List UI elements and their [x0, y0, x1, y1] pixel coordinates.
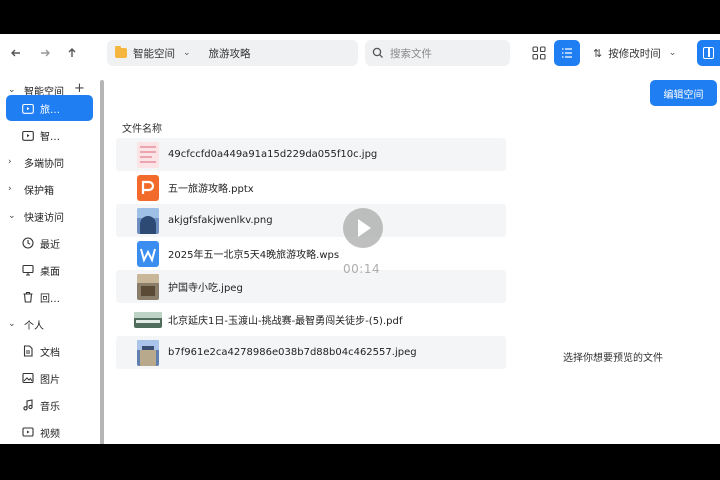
file-name: 五一旅游攻略.pptx	[168, 184, 254, 195]
search-placeholder: 搜索文件	[390, 47, 432, 60]
sidebar-group-personal[interactable]: ⌄ 个人	[0, 312, 100, 336]
breadcrumb-item-folder[interactable]: 旅游攻略	[209, 46, 251, 61]
grid-icon	[532, 46, 546, 60]
file-name: b7f961e2ca4278986e038b7d88b04c462557.jpe…	[168, 347, 417, 358]
sidebar-item-label: 文档	[40, 347, 60, 359]
sidebar-item-label: 图片	[40, 374, 60, 386]
monitor-icon	[22, 264, 34, 276]
video-letterbox-top	[0, 0, 720, 34]
chevron-down-icon[interactable]: ⌄	[8, 319, 20, 329]
file-name: 2025年五一北京5天4晚旅游攻略.wps	[168, 250, 340, 261]
file-name: akjgfsfakjwenlkv.png	[168, 215, 273, 226]
sidebar-scrollbar[interactable]	[100, 80, 104, 444]
file-row[interactable]: 2025年五一北京5天4晚旅游攻略.wps	[116, 237, 506, 270]
chevron-down-icon[interactable]: ⌄	[8, 85, 20, 95]
sidebar-item-documents[interactable]: 文档	[0, 339, 100, 363]
image-icon	[22, 372, 34, 384]
sidebar-item-desktop[interactable]: 桌面	[0, 258, 100, 282]
chevron-down-icon[interactable]: ⌄	[183, 48, 191, 58]
chevron-down-icon: ⌄	[668, 48, 677, 58]
sidebar-panel-icon	[703, 47, 714, 59]
sidebar-item-videos[interactable]: 视频	[0, 420, 100, 444]
sidebar-item-label: 回…	[40, 293, 60, 305]
file-row[interactable]: 49cfccfd0a449a91a15d229da055f10c.jpg	[116, 138, 506, 171]
video-letterbox-bottom	[0, 444, 720, 480]
sidebar-item-label: 视频	[40, 428, 60, 440]
add-space-button[interactable]: +	[74, 81, 85, 96]
file-row[interactable]: 北京延庆1日-玉渡山-挑战赛-最智勇闯关徒步-(5).pdf	[116, 303, 506, 336]
list-icon	[562, 48, 572, 58]
chevron-right-icon[interactable]: ›	[8, 184, 20, 194]
file-name: 49cfccfd0a449a91a15d229da055f10c.jpg	[168, 149, 378, 160]
sidebar-group-safe-box[interactable]: › 保护箱	[0, 177, 100, 201]
sidebar-group-quick-access[interactable]: ⌄ 快速访问	[0, 204, 100, 228]
preview-hint: 选择你想要预览的文件	[563, 353, 663, 364]
sidebar-item-recent[interactable]: 最近	[0, 231, 100, 255]
sidebar-item-label: 保护箱	[24, 185, 54, 197]
chevron-right-icon[interactable]: ›	[8, 157, 20, 167]
file-name: 护国寺小吃.jpeg	[168, 283, 243, 294]
up-button[interactable]	[63, 44, 81, 62]
search-icon	[372, 47, 383, 58]
sidebar-item-label: 多端协同	[24, 158, 64, 170]
sidebar-item-label: 最近	[40, 239, 60, 251]
column-header-name[interactable]: 文件名称	[122, 120, 162, 135]
sidebar-item-smart[interactable]: 智…	[0, 123, 100, 147]
sidebar-item-label: 旅…	[40, 104, 60, 116]
pdf-thumbnail	[134, 311, 162, 328]
file-row[interactable]: 五一旅游攻略.pptx	[116, 171, 506, 204]
edit-space-button[interactable]: 编辑空间	[650, 80, 717, 106]
toolbar: 智能空间 ⌄ 旅游攻略 搜索文件 ⇅ 按修改时间 ⌄	[0, 34, 720, 72]
list-view-button[interactable]	[554, 40, 580, 66]
document-icon	[22, 345, 34, 357]
sidebar-item-travel[interactable]: 旅…	[6, 95, 93, 121]
file-list: 文件名称 49cfccfd0a449a91a15d229da055f10c.jp…	[110, 78, 506, 444]
sidebar-item-music[interactable]: 音乐	[0, 393, 100, 417]
folder-play-icon	[22, 129, 34, 141]
sidebar-item-label: 智…	[40, 131, 60, 143]
wps-file-icon	[137, 240, 159, 267]
folder-icon	[115, 46, 127, 58]
video-timecode: 00:14	[343, 262, 381, 276]
chevron-down-icon[interactable]: ⌄	[8, 211, 20, 221]
preview-panel: 编辑空间 选择你想要预览的文件	[506, 72, 720, 444]
image-thumbnail	[137, 339, 159, 366]
folder-play-icon	[22, 102, 34, 114]
image-thumbnail	[137, 141, 159, 168]
arrow-right-icon	[41, 49, 50, 57]
file-manager-window: 智能空间 ⌄ 旅游攻略 搜索文件 ⇅ 按修改时间 ⌄ ⌄ 智能空间 + 旅… 智…	[0, 34, 720, 444]
sort-label: 按修改时间	[608, 47, 661, 60]
sidebar-item-label: 快速访问	[24, 212, 64, 224]
sidebar-item-label: 个人	[24, 320, 44, 332]
sort-dropdown[interactable]: ⇅ 按修改时间 ⌄	[593, 44, 676, 62]
breadcrumb[interactable]: 智能空间 ⌄ 旅游攻略	[107, 40, 358, 66]
sidebar-group-multi-device[interactable]: › 多端协同	[0, 150, 100, 174]
breadcrumb-item-space[interactable]: 智能空间	[133, 46, 175, 61]
preview-panel-toggle[interactable]	[697, 40, 720, 66]
clock-icon	[22, 237, 34, 249]
arrow-up-icon	[68, 48, 76, 57]
video-icon	[22, 426, 34, 438]
file-row[interactable]: 护国寺小吃.jpeg	[116, 270, 506, 303]
play-icon[interactable]	[343, 208, 383, 248]
file-row[interactable]: b7f961e2ca4278986e038b7d88b04c462557.jpe…	[116, 336, 506, 369]
image-thumbnail	[137, 273, 159, 300]
file-row[interactable]: akjgfsfakjwenlkv.png	[116, 204, 506, 237]
sidebar-item-pictures[interactable]: 图片	[0, 366, 100, 390]
pptx-file-icon	[137, 174, 159, 201]
forward-button[interactable]	[36, 44, 54, 62]
search-input[interactable]: 搜索文件	[365, 40, 510, 66]
grid-view-button[interactable]	[530, 44, 548, 62]
sort-icon: ⇅	[593, 46, 603, 60]
sidebar-item-recycle[interactable]: 回…	[0, 285, 100, 309]
arrow-left-icon	[11, 49, 20, 57]
image-thumbnail	[137, 207, 159, 234]
sidebar-item-label: 音乐	[40, 401, 60, 413]
trash-icon	[22, 291, 34, 303]
back-button[interactable]	[7, 44, 25, 62]
music-icon	[22, 399, 34, 411]
file-name: 北京延庆1日-玉渡山-挑战赛-最智勇闯关徒步-(5).pdf	[168, 316, 403, 327]
sidebar-item-label: 桌面	[40, 266, 60, 278]
sidebar: ⌄ 智能空间 + 旅… 智… › 多端协同 › 保护箱 ⌄ 快速访问 最近 桌面…	[0, 78, 104, 444]
